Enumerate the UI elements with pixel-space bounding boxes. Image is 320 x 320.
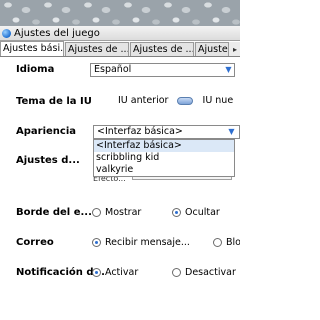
apariencia-option-valkyrie[interactable]: valkyrie [94,164,234,176]
radio-selected-icon [172,208,181,217]
chevron-down-icon: ▼ [228,127,235,136]
correo-option-b-label: Blo [226,237,240,248]
correo-option-a-label: Recibir mensaje... [105,237,190,248]
tab-settings-2[interactable]: Ajustes de ... [65,42,129,56]
correo-label: Correo [16,237,54,248]
notificacion-option-activar[interactable]: Activar [92,267,138,278]
tab-bar: Ajustes bási... Ajustes de ... Ajustes d… [0,41,240,57]
notificacion-option-a-label: Activar [105,267,139,278]
radio-icon [92,208,101,217]
idioma-value: Español [94,64,132,75]
chevron-right-icon[interactable]: ▸ [230,44,240,56]
radio-selected-icon [92,268,101,277]
borde-option-mostrar[interactable]: Mostrar [92,207,141,218]
correo-option-recibir[interactable]: Recibir mensaje... [92,237,190,248]
tab-settings-4[interactable]: Ajustes de ... [195,42,229,56]
tema-option-right: IU nue [202,95,234,106]
borde-option-ocultar[interactable]: Ocultar [172,207,220,218]
background-texture [0,0,240,26]
notificacion-option-b-label: Desactivar [185,267,236,278]
tema-option-left: IU anterior [118,95,169,106]
radio-selected-icon [92,238,101,247]
apariencia-dropdown: <Interfaz básica> scribbling kid valkyri… [93,139,235,177]
notificacion-option-desactivar[interactable]: Desactivar [172,267,236,278]
correo-option-bloquear[interactable]: Blo [213,237,240,248]
apariencia-option-basic[interactable]: <Interfaz básica> [94,140,234,152]
title-bar: Ajustes del juego [0,26,240,41]
borde-label: Borde del e... [16,207,92,218]
tab-settings-3[interactable]: Ajustes de ... [130,42,194,56]
apariencia-select[interactable]: <Interfaz básica> ▼ [93,125,240,139]
window-title: Ajustes del juego [14,27,100,39]
tab-basic[interactable]: Ajustes bási... [0,41,64,56]
chevron-down-icon: ▼ [225,65,232,74]
borde-option-b-label: Ocultar [185,207,220,218]
apariencia-label: Apariencia [16,126,77,137]
settings-window: Ajustes del juego Ajustes bási... Ajuste… [0,26,240,320]
idioma-select[interactable]: Español ▼ [90,63,235,77]
tema-label: Tema de la IU [16,96,92,107]
radio-icon [172,268,181,277]
tema-toggle-group: IU anterior IU nue [118,95,233,106]
tema-toggle[interactable] [177,96,194,105]
radio-icon [213,238,222,247]
apariencia-value: <Interfaz básica> [97,126,183,137]
borde-option-a-label: Mostrar [105,207,142,218]
globe-icon [2,28,11,38]
apariencia-option-scribbling[interactable]: scribbling kid [94,152,234,164]
ajustes-label: Ajustes d... [16,155,80,166]
idioma-label: Idioma [16,64,55,75]
settings-panel: Idioma Español ▼ Tema de la IU IU anteri… [0,58,240,320]
